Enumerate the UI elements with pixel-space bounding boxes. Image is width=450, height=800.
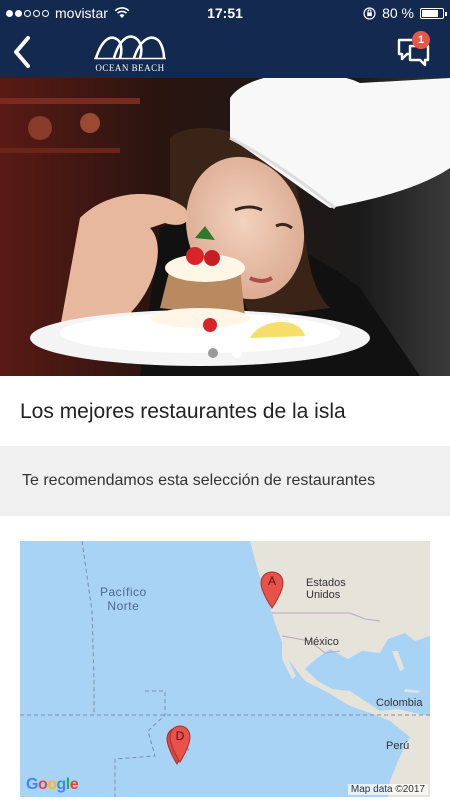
carousel-dot[interactable]: [208, 348, 218, 358]
hero-carousel[interactable]: [0, 78, 450, 376]
ocean-beach-logo: OCEAN BEACH: [90, 30, 170, 74]
waves-logo-icon: [94, 35, 166, 60]
map-label-ocean: Pacífico Norte: [100, 585, 147, 613]
status-right: 80 %: [363, 5, 447, 21]
notification-badge: 1: [412, 31, 430, 49]
rotation-lock-icon: [363, 6, 376, 20]
map-attribution: Map data ©2017: [347, 784, 428, 795]
map-label-usa: Estados Unidos: [306, 577, 346, 601]
status-bar: movistar 17:51 80 %: [0, 0, 450, 26]
map-marker-a-label: A: [267, 574, 276, 588]
map-label-colombia: Colombia: [376, 697, 423, 709]
map-marker-a[interactable]: A: [260, 571, 284, 609]
nav-bar: OCEAN BEACH 1: [0, 26, 450, 78]
battery-percent: 80 %: [382, 5, 414, 21]
chef-plating-dessert-image: [0, 78, 450, 376]
map-label-peru: Perú: [386, 740, 410, 752]
map-label-mexico: México: [304, 636, 339, 648]
title-section: Los mejores restaurantes de la isla: [0, 376, 450, 446]
restaurants-map[interactable]: Pacífico Norte Estados Unidos México Col…: [20, 541, 430, 797]
carousel-dot[interactable]: [232, 348, 242, 358]
map-marker-d[interactable]: D: [166, 725, 192, 767]
map-marker-d-label: D: [175, 729, 185, 743]
map-background: [20, 541, 430, 797]
subtitle-section: Te recomendamos esta selección de restau…: [0, 446, 450, 516]
google-logo: Google: [26, 776, 79, 793]
logo-text: OCEAN BEACH: [95, 63, 165, 73]
chevron-left-icon: [14, 36, 30, 68]
carousel-indicator: [0, 348, 450, 358]
back-button[interactable]: [8, 34, 38, 70]
battery-icon: [420, 7, 447, 19]
page-title: Los mejores restaurantes de la isla: [20, 400, 346, 423]
page-subtitle: Te recomendamos esta selección de restau…: [22, 472, 376, 489]
